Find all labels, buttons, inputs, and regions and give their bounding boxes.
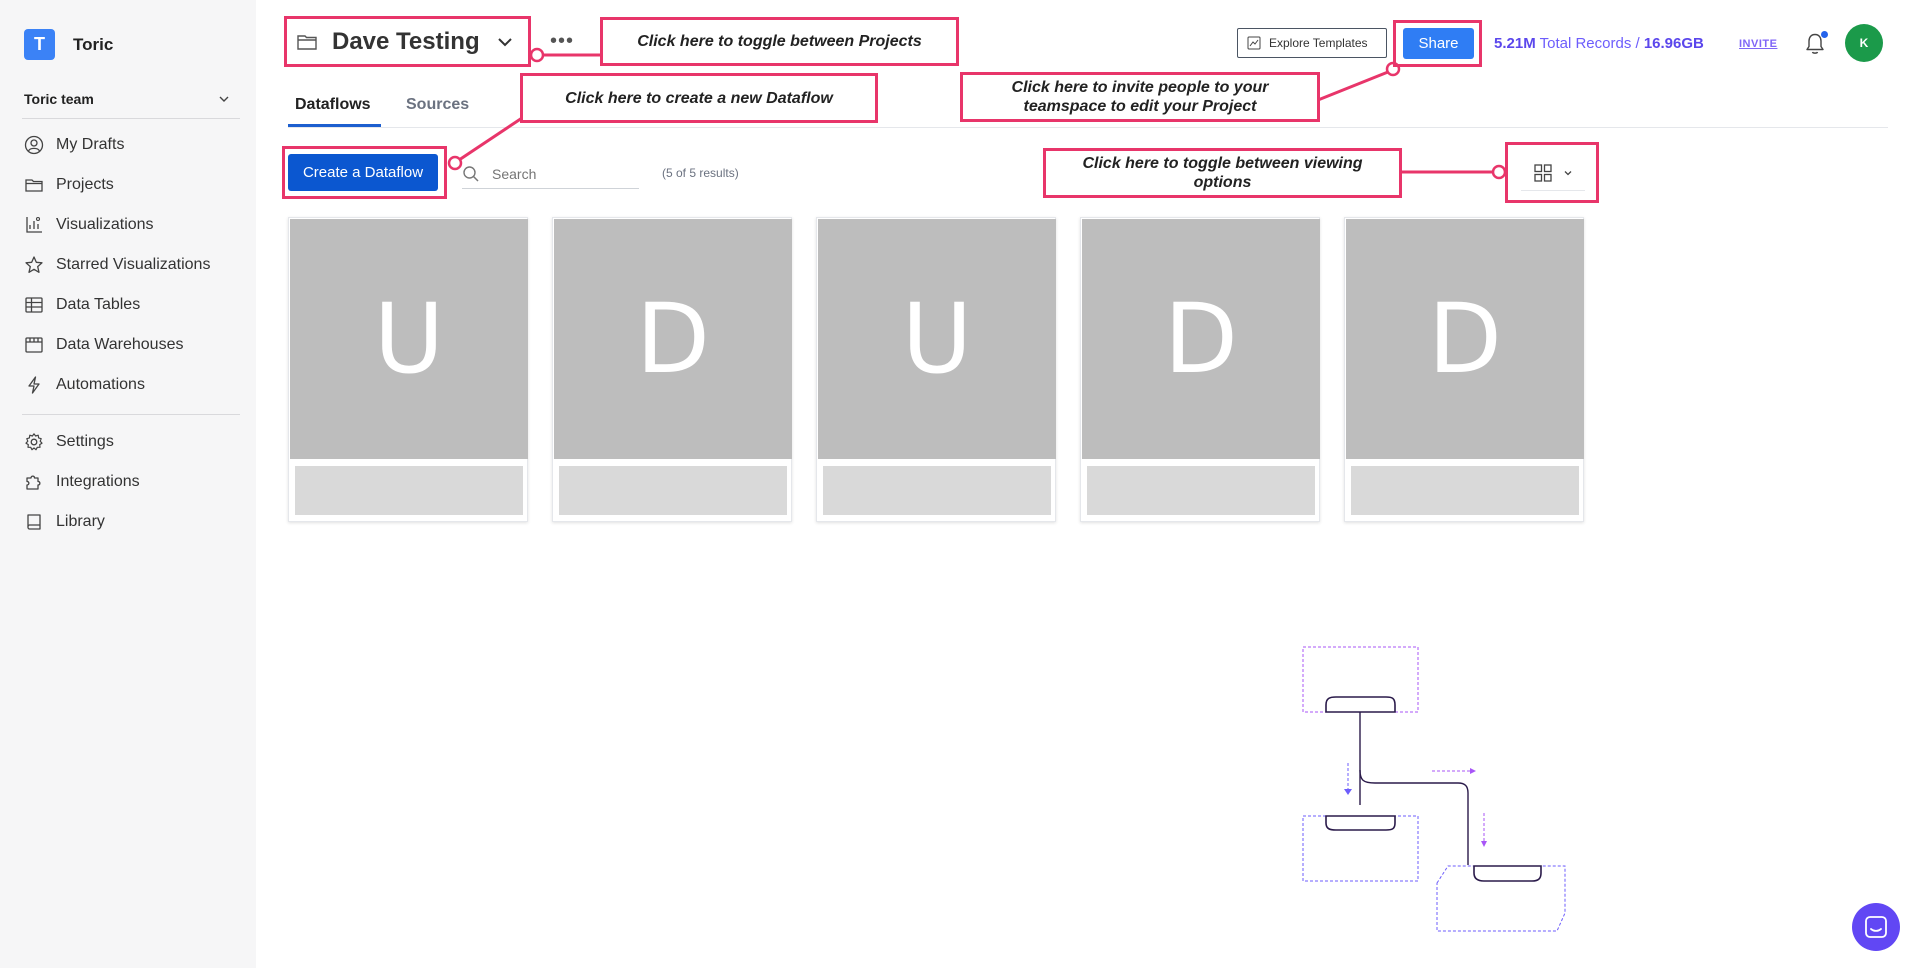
annotation-frame-view-toggle — [1505, 142, 1599, 203]
annotation-invite-line2: teamspace to edit your Project — [1023, 98, 1257, 115]
annotation-frame-project-switcher — [284, 16, 531, 67]
annotation-create-dataflow: Click here to create a new Dataflow — [520, 73, 878, 123]
card-thumbnail: U — [818, 219, 1056, 459]
records-count: 5.21M — [1494, 35, 1536, 52]
more-options-icon[interactable]: ••• — [550, 30, 573, 52]
sidebar-item-label: Integrations — [56, 473, 140, 490]
sidebar-item-automations[interactable]: Automations — [24, 372, 145, 398]
table-icon — [25, 297, 43, 313]
sidebar-item-data-warehouses[interactable]: Data Warehouses — [24, 332, 183, 358]
annotation-frame-share — [1393, 20, 1482, 67]
search-input[interactable] — [492, 165, 622, 182]
sidebar-item-label: Data Warehouses — [56, 336, 184, 353]
sidebar: T Toric Toric team My Drafts Projects Vi… — [0, 0, 256, 968]
sidebar-item-library[interactable]: Library — [24, 509, 105, 535]
sidebar-item-integrations[interactable]: Integrations — [24, 469, 140, 495]
dataflow-card[interactable]: U — [816, 217, 1056, 522]
tab-dataflows[interactable]: Dataflows — [295, 96, 371, 114]
sidebar-item-label: Starred Visualizations — [56, 256, 211, 273]
chart-icon — [26, 216, 42, 233]
explore-templates-label: Explore Templates — [1269, 36, 1368, 50]
dataflow-card[interactable]: D — [1080, 217, 1320, 522]
annotation-invite-line1: Click here to invite people to your — [1011, 79, 1269, 96]
book-icon — [27, 514, 41, 530]
sidebar-item-label: Automations — [56, 376, 145, 393]
sidebar-item-settings[interactable]: Settings — [24, 429, 114, 455]
chevron-down-icon — [219, 96, 229, 102]
brand-name: Toric — [73, 34, 114, 54]
card-title-placeholder — [559, 466, 787, 515]
chat-icon — [1865, 916, 1887, 938]
dataflow-card[interactable]: D — [1344, 217, 1584, 522]
tabs-divider — [288, 127, 1888, 128]
avatar[interactable]: K — [1845, 24, 1883, 62]
sidebar-item-data-tables[interactable]: Data Tables — [24, 292, 140, 318]
invite-link[interactable]: INVITE — [1739, 38, 1777, 50]
explore-templates-button[interactable]: Explore Templates — [1237, 28, 1387, 58]
team-switcher[interactable]: Toric team — [24, 91, 230, 107]
folder-icon — [25, 179, 43, 192]
gear-icon — [25, 433, 43, 451]
card-title-placeholder — [1087, 466, 1315, 515]
records-summary: 5.21M Total Records / 16.96GB — [1494, 35, 1704, 52]
card-title-placeholder — [295, 466, 523, 515]
tab-sources[interactable]: Sources — [406, 96, 469, 114]
puzzle-icon — [26, 475, 41, 490]
sidebar-item-visualizations[interactable]: Visualizations — [24, 212, 154, 238]
chart-line-icon — [1247, 36, 1261, 50]
card-title-placeholder — [823, 466, 1051, 515]
active-tab-indicator — [288, 124, 381, 127]
sidebar-divider — [22, 414, 240, 415]
star-icon — [25, 256, 43, 273]
annotation-frame-create — [282, 146, 447, 199]
search-icon — [463, 165, 479, 182]
sidebar-item-starred-visualizations[interactable]: Starred Visualizations — [24, 252, 210, 278]
team-name: Toric team — [24, 91, 94, 107]
card-thumbnail: U — [290, 219, 528, 459]
storage-size: 16.96GB — [1643, 35, 1704, 52]
user-circle-icon — [24, 135, 44, 155]
card-thumbnail: D — [1346, 219, 1584, 459]
annotation-view-line1: Click here to toggle between viewing — [1082, 155, 1363, 172]
sidebar-item-label: Settings — [56, 433, 114, 450]
annotation-toggle-projects: Click here to toggle between Projects — [600, 17, 959, 66]
sidebar-item-label: My Drafts — [56, 136, 125, 153]
sidebar-item-label: Visualizations — [56, 216, 154, 233]
annotation-invite: Click here to invite people to your team… — [960, 72, 1320, 122]
sidebar-item-label: Library — [56, 513, 105, 530]
warehouse-icon — [25, 337, 43, 353]
lightning-icon — [28, 376, 40, 394]
records-label: Total Records / — [1539, 35, 1640, 52]
chat-support-button[interactable] — [1852, 903, 1900, 951]
dataflow-card[interactable]: D — [552, 217, 792, 522]
annotation-view-line2: options — [1193, 174, 1252, 191]
annotation-view-options: Click here to toggle between viewing opt… — [1043, 148, 1402, 198]
brand-logo: T — [24, 29, 55, 60]
dataflow-card[interactable]: U — [288, 217, 528, 522]
notification-badge — [1821, 31, 1828, 38]
sidebar-item-label: Data Tables — [56, 296, 141, 313]
sidebar-item-projects[interactable]: Projects — [24, 172, 114, 198]
results-count: (5 of 5 results) — [662, 166, 739, 180]
card-thumbnail: D — [554, 219, 792, 459]
sidebar-item-label: Projects — [56, 176, 114, 193]
dataflow-illustration — [1302, 646, 1566, 932]
sidebar-item-my-drafts[interactable]: My Drafts — [24, 132, 124, 158]
card-title-placeholder — [1351, 466, 1579, 515]
sidebar-divider — [22, 118, 240, 119]
card-thumbnail: D — [1082, 219, 1320, 459]
search-box — [462, 159, 639, 189]
brand[interactable]: T Toric — [24, 29, 113, 60]
